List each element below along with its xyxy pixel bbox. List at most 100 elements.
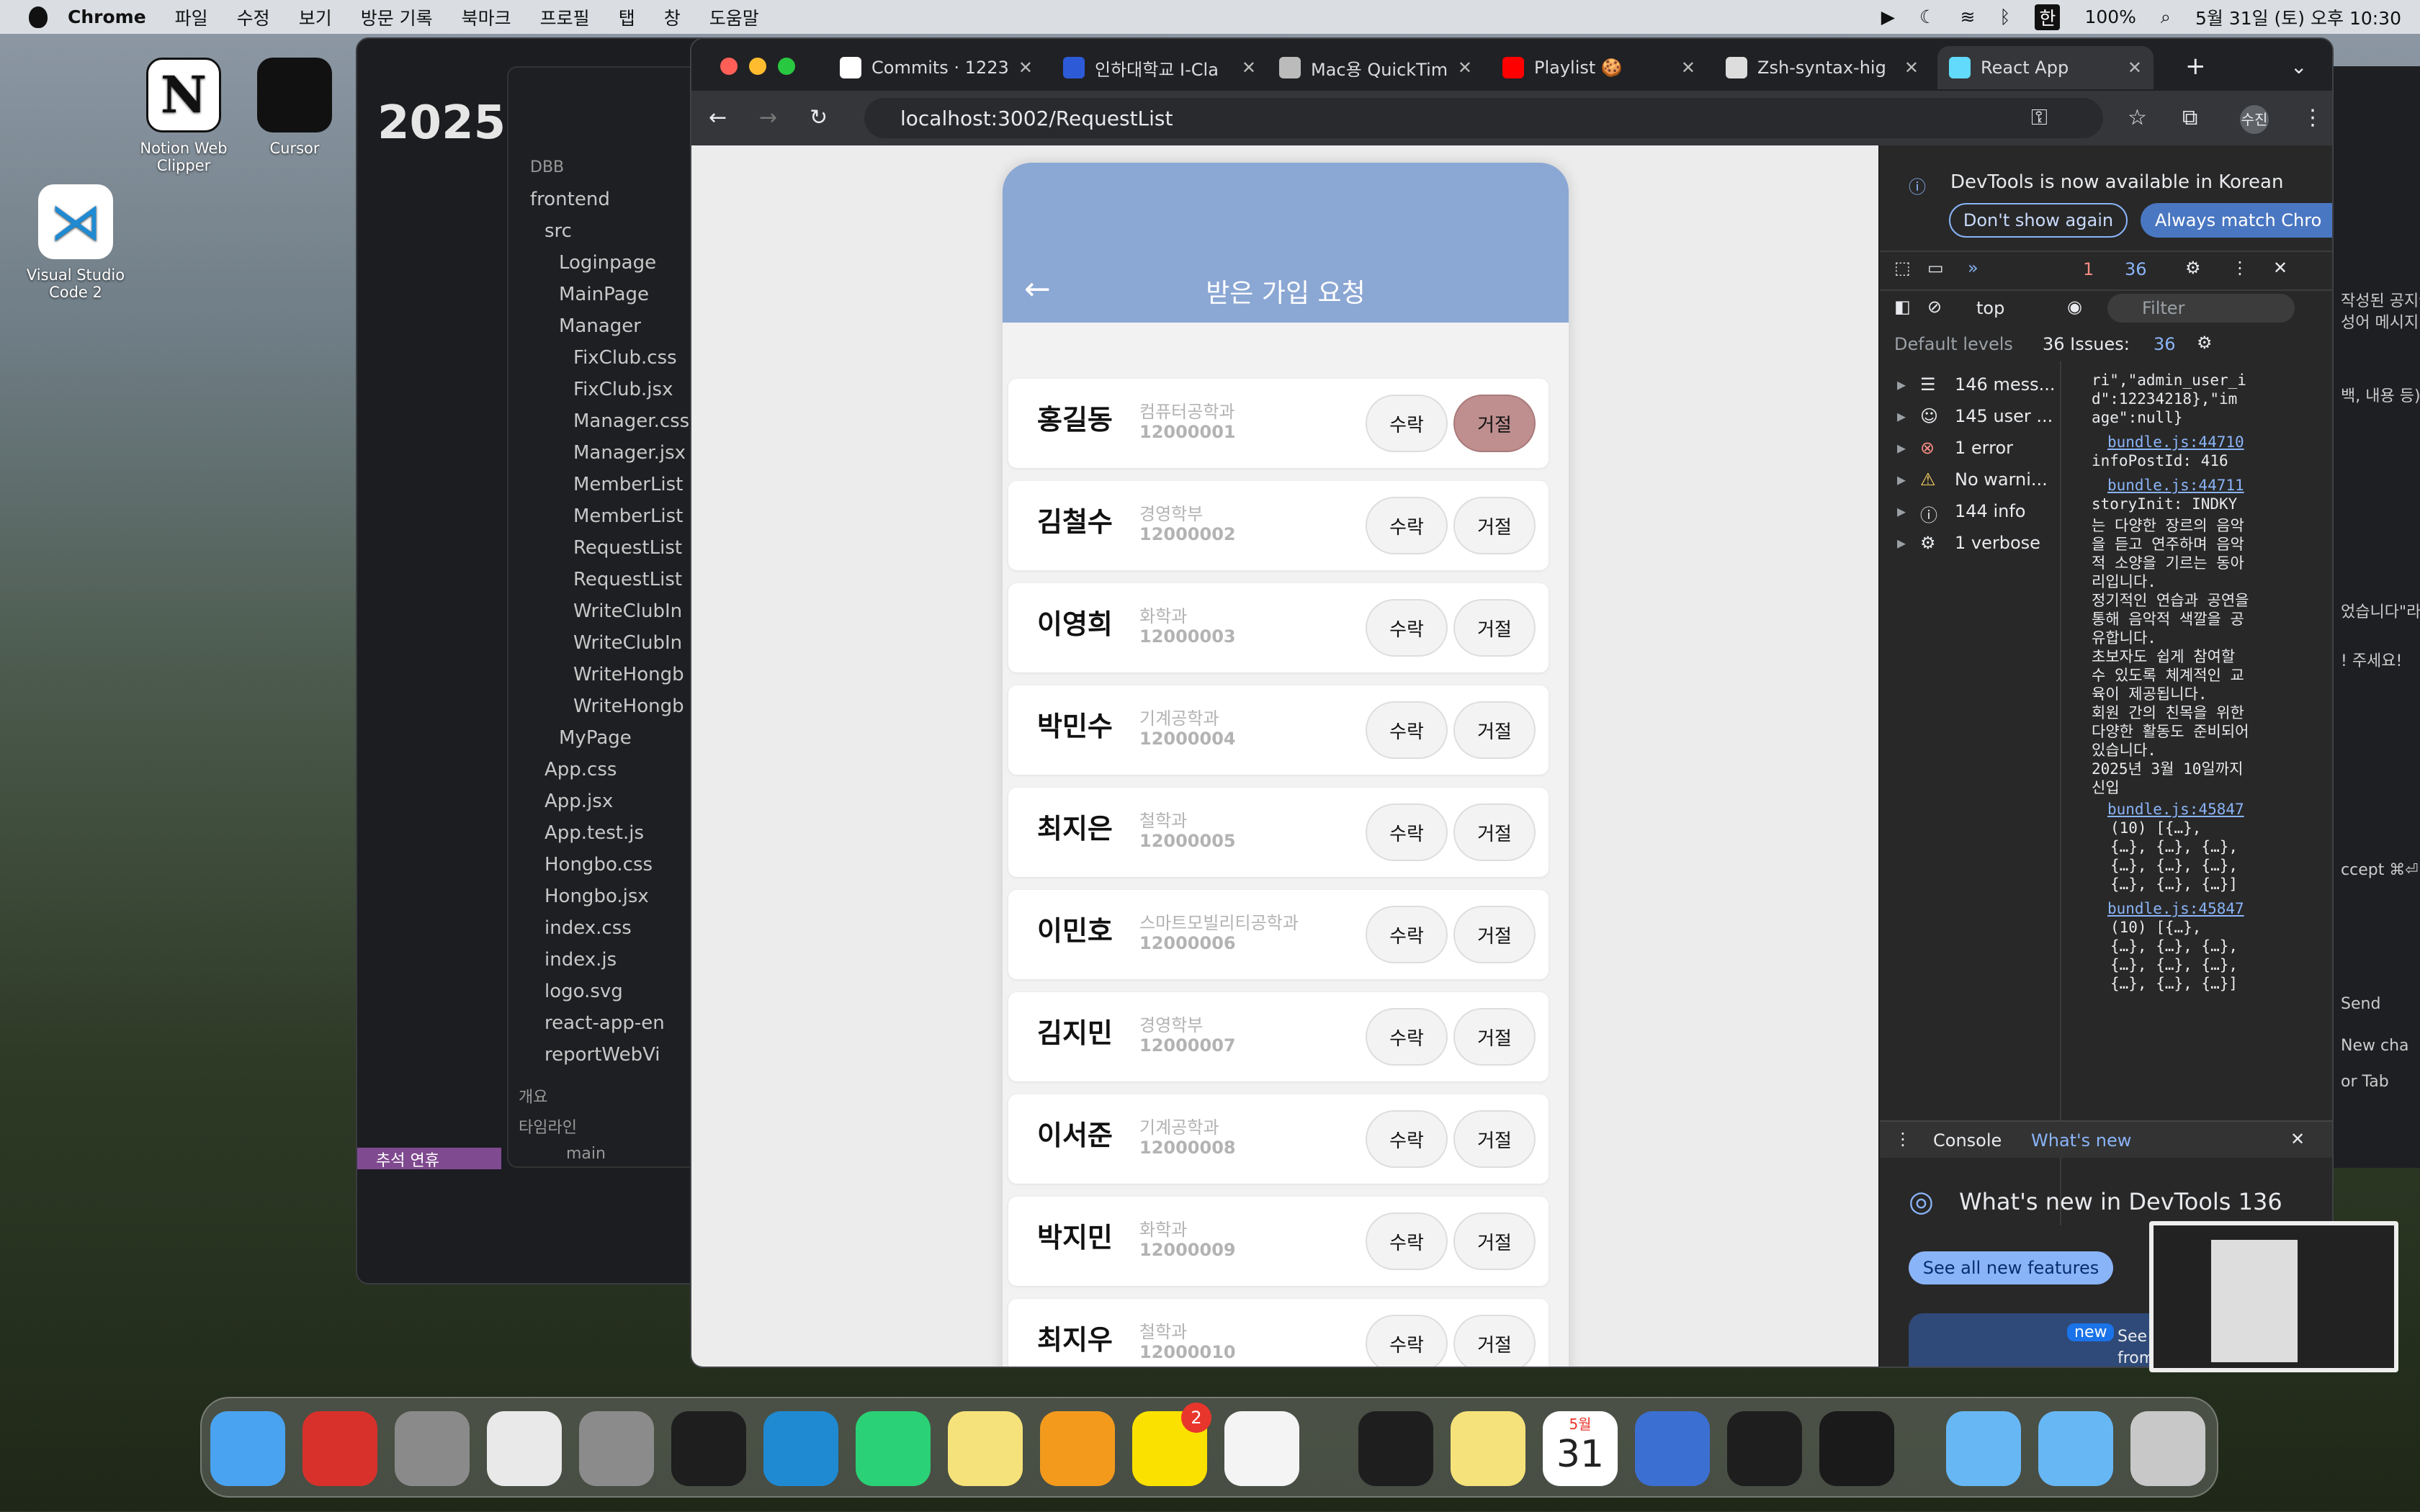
dock-app-stickies[interactable] <box>1451 1411 1525 1486</box>
dock-app-launchpad[interactable] <box>395 1411 470 1486</box>
menu-edit[interactable]: 수정 <box>237 4 270 30</box>
log-source-link[interactable]: bundle.js:45847 <box>2107 801 2244 818</box>
outline-section[interactable]: 개요 <box>519 1084 547 1107</box>
see-all-features-button[interactable]: See all new features <box>1909 1251 2113 1284</box>
profile-avatar[interactable]: 수진 <box>2240 105 2269 134</box>
extensions-icon[interactable]: ⧉ <box>2182 105 2197 130</box>
expand-arrow-icon[interactable]: ▸ <box>1897 501 1906 521</box>
accept-button[interactable]: 수락 <box>1366 1008 1448 1066</box>
dock-app-clion[interactable] <box>856 1411 931 1486</box>
devtools-menu-icon[interactable]: ⋮ <box>2231 258 2249 278</box>
dock-app-pages[interactable] <box>1040 1411 1115 1486</box>
more-panels-icon[interactable]: » <box>1968 258 1978 278</box>
explorer-item[interactable]: index.js <box>544 949 617 971</box>
accept-button[interactable]: 수락 <box>1366 395 1448 452</box>
settings-gear-icon[interactable]: ⚙ <box>2185 258 2201 278</box>
explorer-item[interactable]: App.jsx <box>544 791 613 812</box>
wifi-icon[interactable]: ≋ <box>1960 6 1975 27</box>
desktop-icon-cursor[interactable]: Cursor <box>233 58 356 157</box>
accept-button[interactable]: 수락 <box>1366 599 1448 657</box>
explorer-item[interactable]: Manager.jsx <box>573 442 686 464</box>
dock-app-quicktime[interactable] <box>1635 1411 1710 1486</box>
right-background-window[interactable]: 작성된 공지글성어 메시지백, 내용 등) 었습니다"라 ! 주세요! ccept ⌘… <box>2334 66 2420 1168</box>
dock-app-photo-booth[interactable] <box>302 1411 377 1486</box>
battery-percent[interactable]: 100% <box>2084 6 2136 27</box>
dock-app-applications-folder[interactable] <box>1946 1411 2021 1486</box>
dont-show-again-button[interactable]: Don't show again <box>1949 203 2128 238</box>
expand-arrow-icon[interactable]: ▸ <box>1897 469 1906 490</box>
reject-button[interactable]: 거절 <box>1453 701 1536 759</box>
tab-close-icon[interactable]: ✕ <box>1904 58 1919 78</box>
tab-close-icon[interactable]: ✕ <box>1458 58 1472 78</box>
dock-app-trash[interactable] <box>2130 1411 2205 1486</box>
reject-button[interactable]: 거절 <box>1453 804 1536 861</box>
log-source-link[interactable]: bundle.js:44711 <box>2107 477 2244 494</box>
tab-close-icon[interactable]: ✕ <box>1018 58 1033 78</box>
explorer-item[interactable]: src <box>544 220 572 242</box>
always-match-button[interactable]: Always match Chro <box>2141 203 2332 238</box>
log-source-link[interactable]: bundle.js:44710 <box>2107 433 2244 451</box>
clock[interactable]: 5월 31일 (토) 오후 10:30 <box>2195 4 2401 30</box>
screenshot-thumbnail[interactable] <box>2149 1221 2398 1372</box>
dock-app-terminal[interactable] <box>671 1411 746 1486</box>
browser-tab[interactable]: Commits · 1223 ✕ <box>828 46 1044 89</box>
timeline-section[interactable]: 타임라인 <box>519 1115 577 1138</box>
tab-close-icon[interactable]: ✕ <box>1242 58 1256 78</box>
expand-arrow-icon[interactable]: ▸ <box>1897 406 1906 426</box>
expand-arrow-icon[interactable]: ▸ <box>1897 374 1906 395</box>
issues-badge[interactable]: 36 <box>2154 334 2176 354</box>
bookmark-star-icon[interactable]: ☆ <box>2128 105 2147 130</box>
dock-app-textedit[interactable] <box>1224 1411 1299 1486</box>
explorer-item[interactable]: Manager.css <box>573 410 689 432</box>
tab-search-button[interactable]: ⌄ <box>2290 55 2307 78</box>
accept-button[interactable]: 수락 <box>1366 1212 1448 1270</box>
dock-app-vscode[interactable] <box>763 1411 838 1486</box>
reject-button[interactable]: 거절 <box>1453 395 1536 452</box>
inspect-element-icon[interactable]: ⬚ <box>1894 258 1911 278</box>
live-expression-icon[interactable]: ◉ <box>2067 297 2082 317</box>
console-filter-item[interactable]: 1 verbose <box>1955 533 2040 553</box>
explorer-item[interactable]: FixClub.jsx <box>573 379 673 400</box>
desktop-icon-notion[interactable]: N Notion Web Clipper <box>122 58 245 174</box>
console-filter-item[interactable]: 145 user ... <box>1955 406 2053 426</box>
dock-app-notes[interactable] <box>948 1411 1023 1486</box>
explorer-item[interactable]: Loginpage <box>559 252 656 274</box>
reject-button[interactable]: 거절 <box>1453 906 1536 963</box>
browser-tab[interactable]: Zsh-syntax-hig ✕ <box>1714 46 1930 89</box>
expand-arrow-icon[interactable]: ▸ <box>1897 533 1906 553</box>
explorer-item[interactable]: WriteClubIn <box>573 632 682 654</box>
menu-bookmarks[interactable]: 북마크 <box>462 4 511 30</box>
dock-app-finder[interactable] <box>210 1411 285 1486</box>
drawer-menu-icon[interactable]: ⋮ <box>1894 1129 1912 1149</box>
accept-button[interactable]: 수락 <box>1366 701 1448 759</box>
explorer-item[interactable]: MyPage <box>559 727 632 749</box>
dock-app-cursor[interactable] <box>1819 1411 1894 1486</box>
menu-history[interactable]: 방문 기록 <box>361 4 433 30</box>
explorer-item[interactable]: reportWebVi <box>544 1044 660 1066</box>
expand-arrow-icon[interactable]: ▸ <box>1897 438 1906 458</box>
explorer-item[interactable]: RequestList <box>573 569 682 590</box>
console-filter-item[interactable]: No warni... <box>1955 469 2048 490</box>
close-devtools-icon[interactable]: ✕ <box>2273 258 2287 278</box>
accept-button[interactable]: 수락 <box>1366 906 1448 963</box>
console-settings-icon[interactable]: ⚙ <box>2197 333 2213 353</box>
explorer-item[interactable]: FixClub.css <box>573 347 677 369</box>
apple-icon[interactable] <box>29 6 48 28</box>
desktop-icon-vscode[interactable]: ⋊ Visual Studio Code 2 <box>14 184 137 301</box>
reject-button[interactable]: 거절 <box>1453 1110 1536 1168</box>
device-toolbar-icon[interactable]: ▭ <box>1927 258 1944 278</box>
accept-button[interactable]: 수락 <box>1366 1315 1448 1367</box>
menu-window[interactable]: 창 <box>664 4 681 30</box>
log-source-link[interactable]: bundle.js:45847 <box>2107 900 2244 917</box>
sidebar-toggle-icon[interactable]: ◧ <box>1894 297 1911 317</box>
menu-tab[interactable]: 탭 <box>619 4 635 30</box>
bluetooth-icon[interactable]: ᛒ <box>1999 6 2010 27</box>
password-key-icon[interactable]: ⚿ <box>2031 105 2048 130</box>
menu-profiles[interactable]: 프로필 <box>540 4 590 30</box>
play-icon[interactable]: ▶ <box>1881 6 1895 27</box>
browser-tab[interactable]: React App ✕ <box>1937 46 2154 89</box>
tab-close-icon[interactable]: ✕ <box>1681 58 1695 78</box>
browser-tab[interactable]: Playlist 🍪 ✕ <box>1491 46 1707 89</box>
filter-input[interactable]: Filter <box>2107 294 2295 323</box>
explorer-item[interactable]: WriteHongb <box>573 664 684 685</box>
